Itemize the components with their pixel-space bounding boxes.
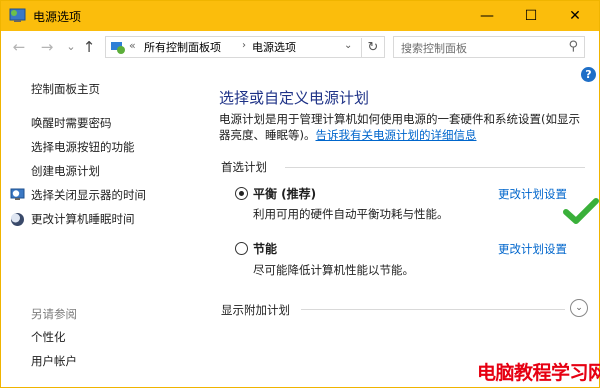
address-overflow[interactable]: « (129, 39, 136, 52)
title-bar[interactable]: 电源选项 — ☐ ✕ (1, 1, 599, 31)
crumb-power-options[interactable]: 电源选项 (252, 39, 296, 55)
minimize-button[interactable]: — (465, 1, 509, 31)
power-options-icon (9, 8, 26, 22)
watermark-text: 电脑教程学习网 (477, 362, 600, 384)
sidebar-item-power-button[interactable]: 选择电源按钮的功能 (31, 139, 135, 155)
address-box[interactable]: « 所有控制面板项 › 电源选项 ⌄ (105, 36, 385, 58)
maximize-button[interactable]: ☐ (509, 1, 553, 31)
help-icon[interactable]: ? (581, 67, 596, 82)
control-panel-home-link[interactable]: 控制面板主页 (31, 81, 100, 97)
forward-button[interactable]: → (39, 38, 55, 56)
sidebar-item-sleep-time[interactable]: 更改计算机睡眠时间 (31, 211, 135, 227)
change-plan-settings-power-saver[interactable]: 更改计划设置 (498, 241, 567, 257)
address-dropdown-icon[interactable]: ⌄ (344, 40, 352, 51)
plan-radio-balanced[interactable] (235, 187, 248, 200)
crumb-all-control-panel-items[interactable]: 所有控制面板项 (144, 39, 221, 55)
plan-name-balanced[interactable]: 平衡 (推荐) (253, 185, 316, 202)
sidebar-item-display-off[interactable]: 选择关闭显示器的时间 (31, 187, 146, 203)
section-divider (285, 167, 585, 168)
plan-desc-balanced: 利用可用的硬件自动平衡功耗与性能。 (253, 207, 449, 221)
page-heading: 选择或自定义电源计划 (219, 89, 370, 107)
power-options-window: 电源选项 — ☐ ✕ ← → ⌄ ↑ « 所有控制面板项 › 电源选项 ⌄ ↻ … (0, 0, 600, 388)
sidebar-item-create-plan[interactable]: 创建电源计划 (31, 163, 100, 179)
plan-desc-power-saver: 尽可能降低计算机性能以节能。 (253, 263, 414, 277)
recent-locations-button[interactable]: ⌄ (63, 38, 79, 56)
back-button[interactable]: ← (11, 38, 27, 56)
sidebar-item-wake-password[interactable]: 唤醒时需要密码 (31, 115, 112, 131)
refresh-button[interactable]: ↻ (361, 38, 384, 58)
show-additional-plans-label[interactable]: 显示附加计划 (221, 302, 290, 318)
sleep-moon-icon (11, 213, 24, 226)
sidebar-item-personalization[interactable]: 个性化 (31, 329, 66, 345)
search-input[interactable]: 搜索控制面板 ⚲ (393, 36, 585, 58)
address-bar: ← → ⌄ ↑ « 所有控制面板项 › 电源选项 ⌄ ↻ 搜索控制面板 ⚲ (1, 31, 599, 63)
plan-description: 电源计划是用于管理计算机如何使用电源的一套硬件和系统设置(如显示器亮度、睡眠等)… (219, 111, 589, 143)
change-plan-settings-balanced[interactable]: 更改计划设置 (498, 186, 567, 202)
see-also-heading: 另请参阅 (31, 307, 77, 321)
sidebar-item-user-accounts[interactable]: 用户帐户 (31, 353, 77, 369)
additional-divider (301, 309, 565, 310)
search-icon: ⚲ (568, 39, 578, 54)
close-button[interactable]: ✕ (553, 1, 597, 31)
window-title: 电源选项 (33, 10, 82, 24)
expand-chevron-icon[interactable]: ⌄ (570, 299, 588, 317)
crumb-separator-icon[interactable]: › (242, 40, 246, 51)
learn-more-link[interactable]: 告诉我有关电源计划的详细信息 (316, 128, 477, 142)
sidebar: 控制面板主页 唤醒时需要密码 选择电源按钮的功能 创建电源计划 选择关闭显示器的… (1, 63, 206, 387)
display-clock-icon (10, 188, 25, 200)
control-panel-icon (111, 42, 125, 54)
plan-name-power-saver[interactable]: 节能 (253, 240, 277, 257)
search-placeholder: 搜索控制面板 (401, 42, 467, 55)
preferred-plans-label: 首选计划 (221, 160, 267, 174)
up-button[interactable]: ↑ (81, 38, 97, 56)
plan-radio-power-saver[interactable] (235, 242, 248, 255)
checkmark-icon (563, 198, 599, 224)
